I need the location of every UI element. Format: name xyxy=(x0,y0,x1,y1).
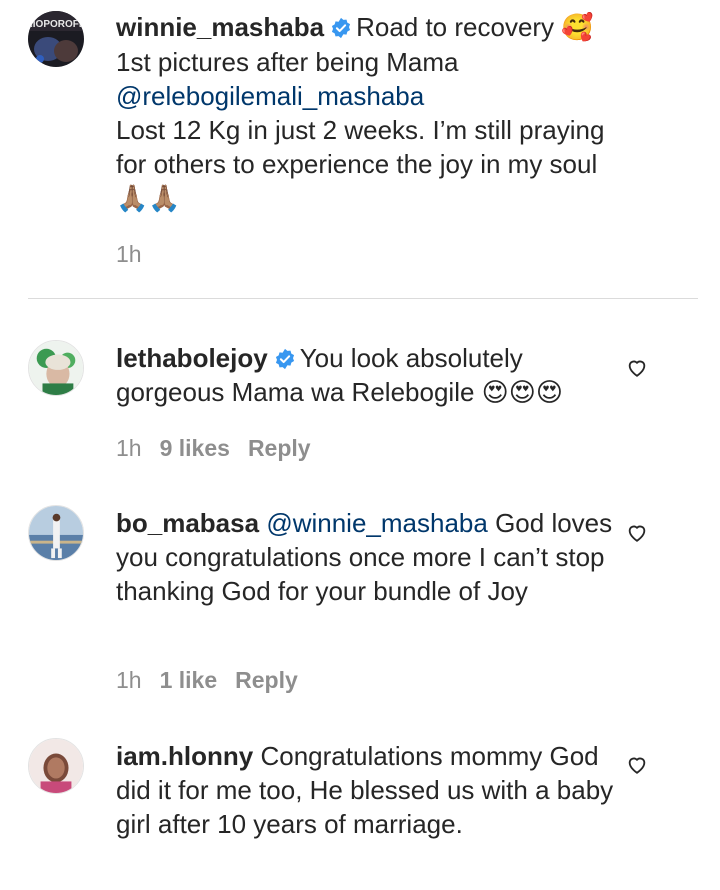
comment-mention[interactable]: @winnie_mashaba xyxy=(266,508,488,538)
praying-hands-emoji: 🙏🏽🙏🏽 xyxy=(116,184,181,214)
heart-eyes-emoji: 😍😍😍 xyxy=(481,378,563,408)
like-heart-icon[interactable] xyxy=(626,357,648,379)
avatar[interactable]: IIOPOROFET xyxy=(28,11,84,67)
avatar[interactable] xyxy=(28,340,84,396)
comment-username[interactable]: lethabolejoy xyxy=(116,343,268,373)
verified-badge-icon xyxy=(330,17,352,39)
like-heart-icon[interactable] xyxy=(626,522,648,544)
comment-text: bo_mabasa @winnie_mashaba God loves you … xyxy=(116,506,616,608)
caption-text-first: Road to recovery xyxy=(356,12,555,42)
comment-meta: 1h 9 likes Reply xyxy=(116,433,329,463)
avatar-image: IIOPOROFET xyxy=(28,11,84,67)
caption-mention[interactable]: @relebogilemali_mashaba xyxy=(116,81,424,111)
caption-line-4: Lost 12 Kg in just 2 weeks. I’m still pr… xyxy=(116,115,605,179)
comment-username[interactable]: bo_mabasa xyxy=(116,508,259,538)
caption-time: 1h xyxy=(116,241,142,267)
avatar[interactable] xyxy=(28,505,84,561)
caption-text: winnie_mashaba Road to recovery 🥰 1st pic… xyxy=(116,10,616,216)
caption-username[interactable]: winnie_mashaba xyxy=(116,12,324,42)
avatar-image xyxy=(29,739,83,793)
divider xyxy=(28,298,698,299)
caption-line-2: 1st pictures after being Mama xyxy=(116,47,459,77)
reply-button[interactable]: Reply xyxy=(248,435,311,461)
smiling-face-hearts-emoji: 🥰 xyxy=(561,13,594,43)
reply-button[interactable]: Reply xyxy=(235,667,298,693)
comment-likes[interactable]: 9 likes xyxy=(160,435,230,461)
like-heart-icon[interactable] xyxy=(626,754,648,776)
verified-badge-icon xyxy=(274,348,296,370)
comment-text: lethabolejoy You look absolutely gorgeous… xyxy=(116,341,616,410)
avatar[interactable] xyxy=(28,738,84,794)
comment-text: iam.hlonny Congratulations mommy God did… xyxy=(116,739,616,841)
caption-meta: 1h xyxy=(116,239,160,269)
comment-time: 1h xyxy=(116,667,142,693)
comment-username[interactable]: iam.hlonny xyxy=(116,741,253,771)
avatar-image xyxy=(29,341,83,395)
comment-time: 1h xyxy=(116,435,142,461)
avatar-image xyxy=(29,506,83,560)
avatar-logo-text: IIOPOROFET xyxy=(30,19,84,30)
comment-meta: 1h 1 like Reply xyxy=(116,665,316,695)
comment-likes[interactable]: 1 like xyxy=(160,667,218,693)
